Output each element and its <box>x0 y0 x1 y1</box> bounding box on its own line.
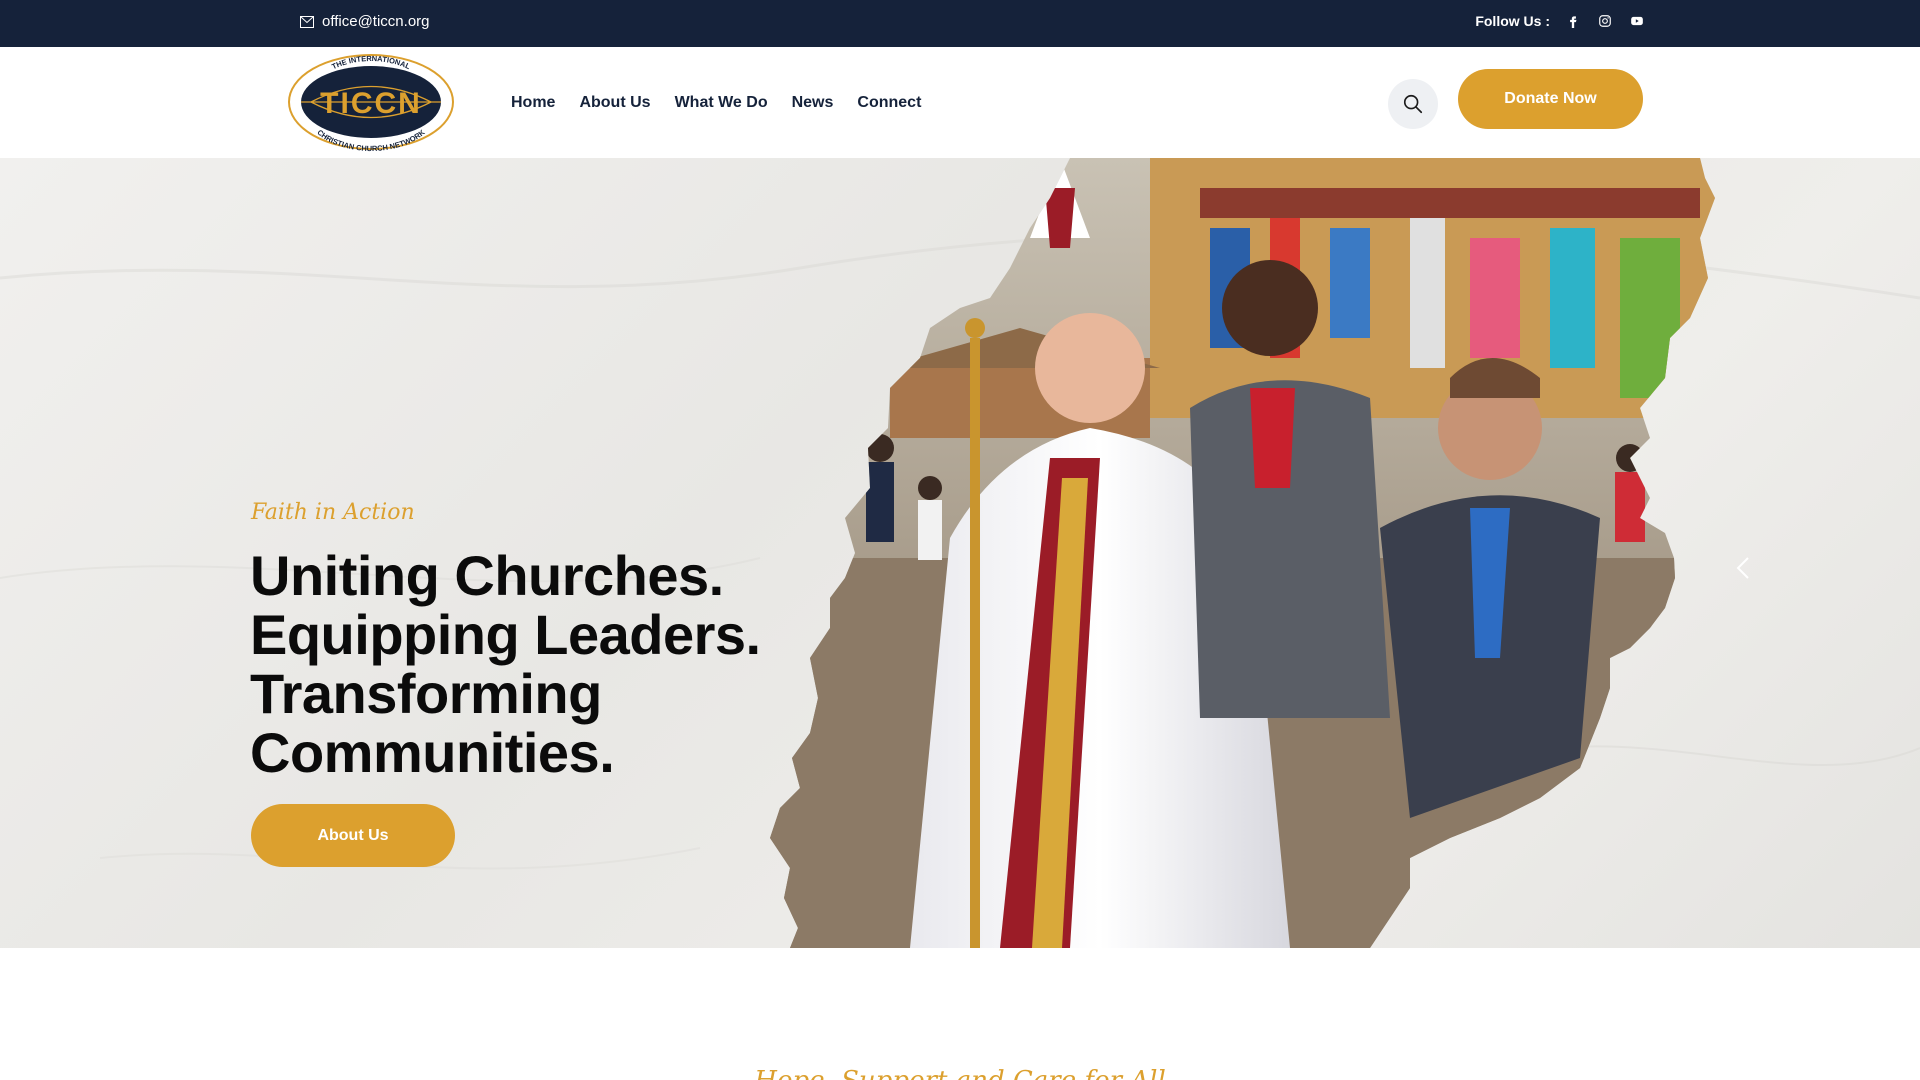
logo-wordmark: TICCN <box>320 87 422 120</box>
nav-news[interactable]: News <box>792 94 834 112</box>
ticcn-logo[interactable]: TICCN THE INTERNATIONAL CHRISTIAN CHURCH… <box>286 51 456 153</box>
section-kicker: Hope, Support and Care for All <box>0 1066 1920 1080</box>
headline-line-1: Uniting Churches. <box>250 544 724 607</box>
nav-home[interactable]: Home <box>511 94 555 112</box>
mission-section: Hope, Support and Care for All <box>0 948 1920 1080</box>
email-link[interactable]: office@ticcn.org <box>300 13 430 30</box>
social-links: Follow Us : <box>1475 12 1646 30</box>
donate-now-button[interactable]: Donate Now <box>1458 69 1643 129</box>
nav-about-us[interactable]: About Us <box>579 94 650 112</box>
nav-what-we-do[interactable]: What We Do <box>675 94 768 112</box>
hero-headline: Uniting Churches. Equipping Leaders. Tra… <box>250 546 810 782</box>
search-button[interactable] <box>1388 79 1438 129</box>
about-us-button[interactable]: About Us <box>251 804 455 867</box>
chevron-left-icon[interactable] <box>1736 557 1749 579</box>
search-icon <box>1403 94 1423 114</box>
hero-kicker: Faith in Action <box>251 500 415 525</box>
top-bar: office@ticcn.org Follow Us : <box>0 0 1920 47</box>
hero-banner: Faith in Action Uniting Churches. Equipp… <box>0 158 1920 948</box>
headline-line-3: Transforming <box>250 662 602 725</box>
email-text: office@ticcn.org <box>322 13 430 30</box>
instagram-icon[interactable] <box>1596 12 1614 30</box>
facebook-icon[interactable] <box>1564 12 1582 30</box>
headline-line-4: Communities. <box>250 721 615 784</box>
site-header: TICCN THE INTERNATIONAL CHRISTIAN CHURCH… <box>0 47 1920 158</box>
follow-label: Follow Us : <box>1475 13 1550 29</box>
hero-photo <box>770 158 1770 948</box>
headline-line-2: Equipping Leaders. <box>250 603 761 666</box>
mail-icon <box>300 15 314 28</box>
youtube-icon[interactable] <box>1628 12 1646 30</box>
nav-connect[interactable]: Connect <box>857 94 921 112</box>
main-nav: Home About Us What We Do News Connect <box>511 94 921 112</box>
